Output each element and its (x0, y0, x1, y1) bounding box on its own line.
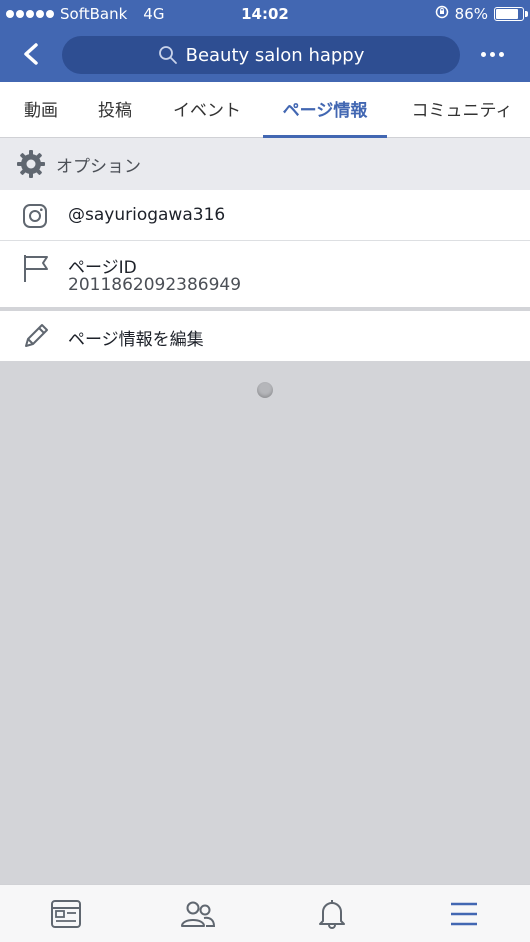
bottom-nav (0, 884, 530, 942)
tab-page-info[interactable]: ページ情報 (263, 82, 387, 138)
nav-friends[interactable] (178, 897, 218, 931)
edit-page-info-row[interactable]: ページ情報を編集 (0, 311, 530, 361)
page-id-row: ページID 2011862092386949 (0, 241, 530, 307)
status-bar: SoftBank 4G 14:02 86% (0, 0, 530, 28)
more-options-button[interactable] (472, 42, 512, 66)
search-text: Beauty salon happy (185, 44, 365, 66)
search-bar[interactable]: Beauty salon happy (62, 36, 460, 74)
tab-posts[interactable]: 投稿 (96, 82, 134, 138)
battery-fill (496, 9, 519, 19)
options-section-header: オプション (0, 138, 530, 190)
gear-icon (16, 149, 46, 179)
status-right: 86% (435, 5, 528, 23)
flag-icon (22, 253, 50, 283)
tab-videos[interactable]: 動画 (22, 82, 60, 138)
back-button[interactable] (14, 38, 48, 70)
more-dots-icon (480, 51, 486, 57)
menu-icon (451, 902, 477, 926)
page-id-value: 2011862092386949 (68, 275, 242, 295)
battery-icon (494, 7, 528, 21)
friends-icon (181, 901, 216, 927)
header: SoftBank 4G 14:02 86% Beauty salon happy (0, 0, 530, 82)
nav-notifications[interactable] (312, 897, 352, 931)
battery-percent: 86% (454, 5, 488, 23)
instagram-row[interactable]: @sayuriogawa316 (0, 190, 530, 241)
app-screen: SoftBank 4G 14:02 86% Beauty salon happy… (0, 0, 530, 942)
tab-community[interactable]: コミュニティ (406, 82, 518, 138)
notifications-bell-icon (319, 900, 345, 929)
news-feed-icon (51, 900, 81, 928)
edit-page-info-label: ページ情報を編集 (68, 330, 204, 350)
chevron-left-icon (24, 43, 38, 65)
instagram-icon (22, 203, 48, 229)
loading-spinner (257, 382, 273, 398)
search-icon (158, 45, 178, 65)
nav-menu[interactable] (444, 897, 484, 931)
instagram-handle: @sayuriogawa316 (68, 205, 226, 225)
rotation-lock-icon (435, 5, 449, 23)
tab-events[interactable]: イベント (172, 82, 242, 138)
options-label: オプション (56, 156, 141, 177)
nav-news-feed[interactable] (46, 897, 86, 931)
page-tabs: 動画 投稿 イベント ページ情報 コミュニティ (0, 82, 530, 138)
pencil-icon (22, 322, 50, 350)
